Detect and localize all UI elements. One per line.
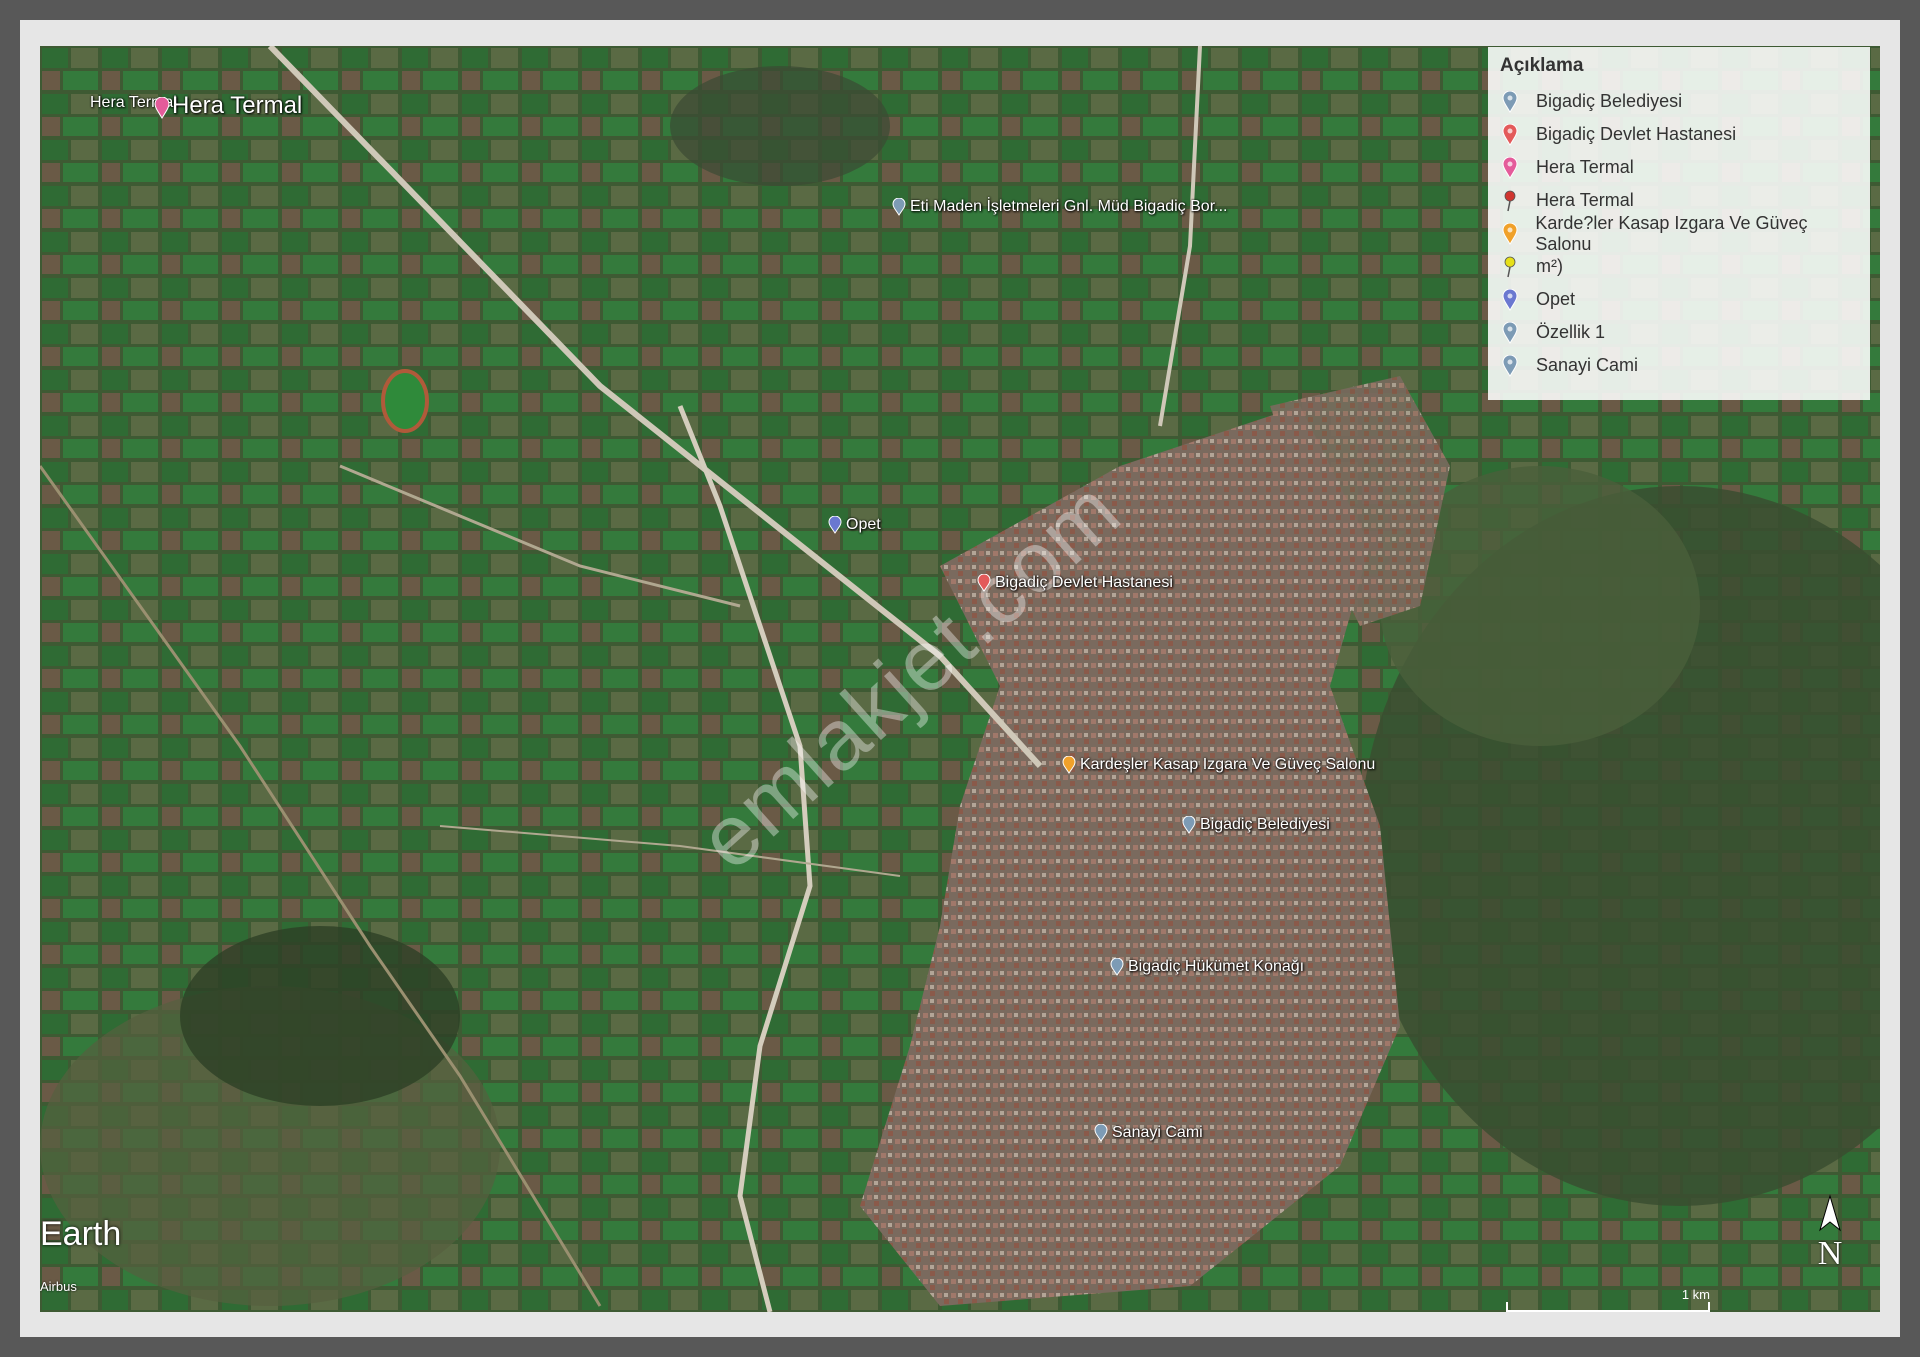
pin-icon (1500, 288, 1522, 311)
pin-icon (1500, 354, 1522, 377)
north-arrow: N (1810, 1194, 1850, 1274)
place-marker-hukumet[interactable]: Bigadiç Hükümet Konağı (1110, 958, 1304, 976)
legend-item-label: Hera Termal (1536, 190, 1634, 210)
legend-item[interactable]: Özellik 1 (1500, 316, 1858, 349)
legend-item-label: Hera Termal (1536, 157, 1634, 177)
place-label: Bigadiç Devlet Hastanesi (995, 574, 1173, 591)
legend-item[interactable]: Bigadiç Belediyesi (1500, 85, 1858, 118)
legend-list: Bigadiç Belediyesi Bigadiç Devlet Hastane… (1500, 85, 1858, 382)
place-marker-kardesler[interactable]: Kardeşler Kasap Izgara Ve Güveç Salonu (1062, 756, 1375, 774)
legend-item-label: Özellik 1 (1536, 322, 1606, 342)
legend-item-label: Sanayi Cami (1536, 355, 1639, 375)
place-label: Eti Maden İşletmeleri Gnl. Müd Bigadiç B… (910, 198, 1228, 215)
pin-icon (1500, 90, 1522, 113)
pin-icon (892, 198, 906, 216)
legend-item[interactable]: Sanayi Cami (1500, 349, 1858, 382)
attribution-imagery: Airbus (40, 1279, 77, 1294)
place-label: Bigadiç Hükümet Konağı (1128, 958, 1305, 975)
scale-bar: 1 km (1506, 1287, 1710, 1312)
place-marker-opet[interactable]: Opet (828, 516, 881, 534)
pin-icon (1182, 816, 1196, 834)
scale-label: 1 km (1681, 1287, 1710, 1302)
legend-item-label: m²) (1536, 256, 1563, 276)
legend-item[interactable]: Karde?ler Kasap Izgara Ve Güveç Salonu (1500, 213, 1858, 254)
place-label: Kardeşler Kasap Izgara Ve Güveç Salonu (1080, 756, 1376, 773)
place-label: Bigadiç Belediyesi (1200, 816, 1330, 833)
place-label: Sanayi Cami (1112, 1124, 1203, 1141)
legend-item[interactable]: m²) (1500, 250, 1858, 283)
legend-item-label: Karde?ler Kasap Izgara Ve Güveç Salonu (1535, 212, 1808, 254)
pin-icon (1500, 222, 1521, 245)
place-marker-belediye[interactable]: Bigadiç Belediyesi (1182, 816, 1330, 834)
pin-icon (1500, 321, 1522, 344)
place-marker-eti-maden[interactable]: Eti Maden İşletmeleri Gnl. Müd Bigadiç B… (892, 198, 1227, 216)
yellow-pushpin-icon (1500, 256, 1522, 278)
place-marker-sanayi[interactable]: Sanayi Cami (1094, 1124, 1203, 1142)
legend-item-label: Bigadiç Devlet Hastanesi (1536, 124, 1737, 144)
legend-item-label: Bigadiç Belediyesi (1536, 91, 1683, 111)
legend-item[interactable]: Opet (1500, 283, 1858, 316)
fuel-pin-icon (828, 516, 842, 534)
legend-panel: Açıklama Bigadiç Belediyesi Bigadiç Devle… (1488, 47, 1870, 400)
pin-icon (1500, 156, 1522, 179)
place-label: Opet (846, 516, 881, 533)
place-marker-hera-termal[interactable]: Hera Termal (154, 92, 302, 120)
pink-pin-icon (154, 97, 170, 119)
hospital-pin-icon (977, 574, 991, 592)
legend-item-label: Opet (1536, 289, 1576, 309)
place-marker-hastane[interactable]: Bigadiç Devlet Hastanesi (977, 574, 1173, 592)
pin-icon (1094, 1124, 1108, 1142)
pushpin-icon (1500, 190, 1522, 212)
place-label: Hera Termal (172, 92, 303, 119)
restaurant-pin-icon (1062, 756, 1076, 774)
legend-item[interactable]: Bigadiç Devlet Hastanesi (1500, 118, 1858, 151)
north-arrow-icon (1819, 1194, 1841, 1232)
hospital-pin-icon (1500, 123, 1522, 146)
attribution-earth: Earth (40, 1215, 122, 1253)
legend-title: Açıklama (1500, 55, 1584, 76)
north-label: N (1817, 1235, 1843, 1272)
pin-icon (1110, 958, 1124, 976)
scale-bar-line (1506, 1302, 1710, 1312)
legend-item[interactable]: Hera Termal (1500, 151, 1858, 184)
